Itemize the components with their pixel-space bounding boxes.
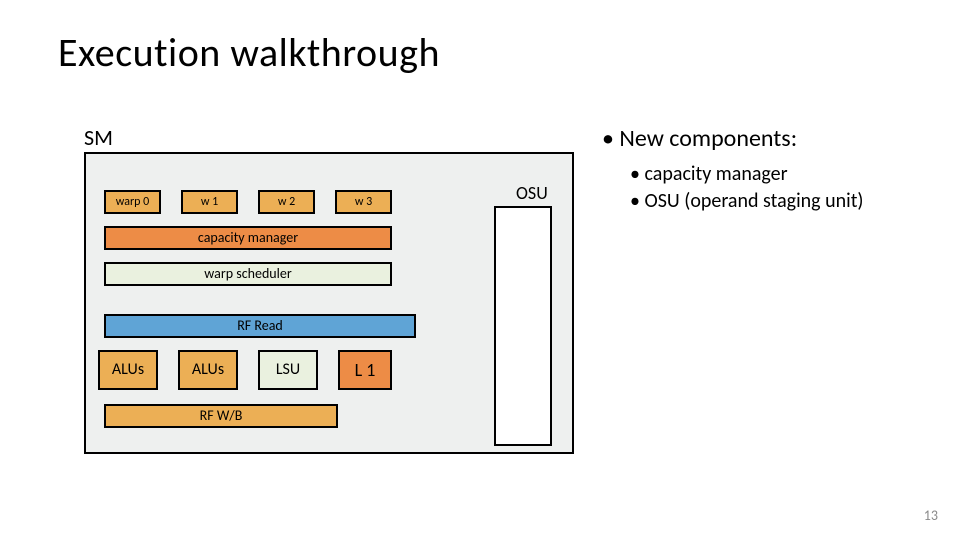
bullet-list: New components: capacity manager OSU (op… <box>602 124 942 215</box>
warp-2: w 2 <box>258 190 315 214</box>
osu-block <box>494 206 552 446</box>
rf-read-block: RF Read <box>104 314 416 338</box>
warp-3: w 3 <box>335 190 392 214</box>
rf-wb-block: RF W/B <box>104 404 338 428</box>
slide: Execution walkthrough SM warp 0 w 1 w 2 … <box>0 0 960 540</box>
bullet-sub-1: capacity manager <box>630 161 942 188</box>
bullet-sub-2: OSU (operand staging unit) <box>630 188 942 215</box>
page-number: 13 <box>924 507 938 524</box>
warp-scheduler-block: warp scheduler <box>104 262 392 286</box>
alu-block-2: ALUs <box>178 350 238 390</box>
sm-label: SM <box>84 124 113 151</box>
bullet-main: New components: <box>602 124 942 153</box>
warp-0: warp 0 <box>104 190 161 214</box>
exec-units-row: ALUs ALUs LSU L 1 <box>98 350 392 390</box>
warp-1: w 1 <box>181 190 238 214</box>
osu-label: OSU <box>516 182 548 204</box>
lsu-block: LSU <box>258 350 318 390</box>
alu-block-1: ALUs <box>98 350 158 390</box>
slide-title: Execution walkthrough <box>58 28 440 77</box>
sm-container: warp 0 w 1 w 2 w 3 capacity manager warp… <box>84 152 574 454</box>
capacity-manager-block: capacity manager <box>104 226 392 250</box>
l1-block: L 1 <box>338 350 392 390</box>
warp-row: warp 0 w 1 w 2 w 3 <box>104 190 392 214</box>
